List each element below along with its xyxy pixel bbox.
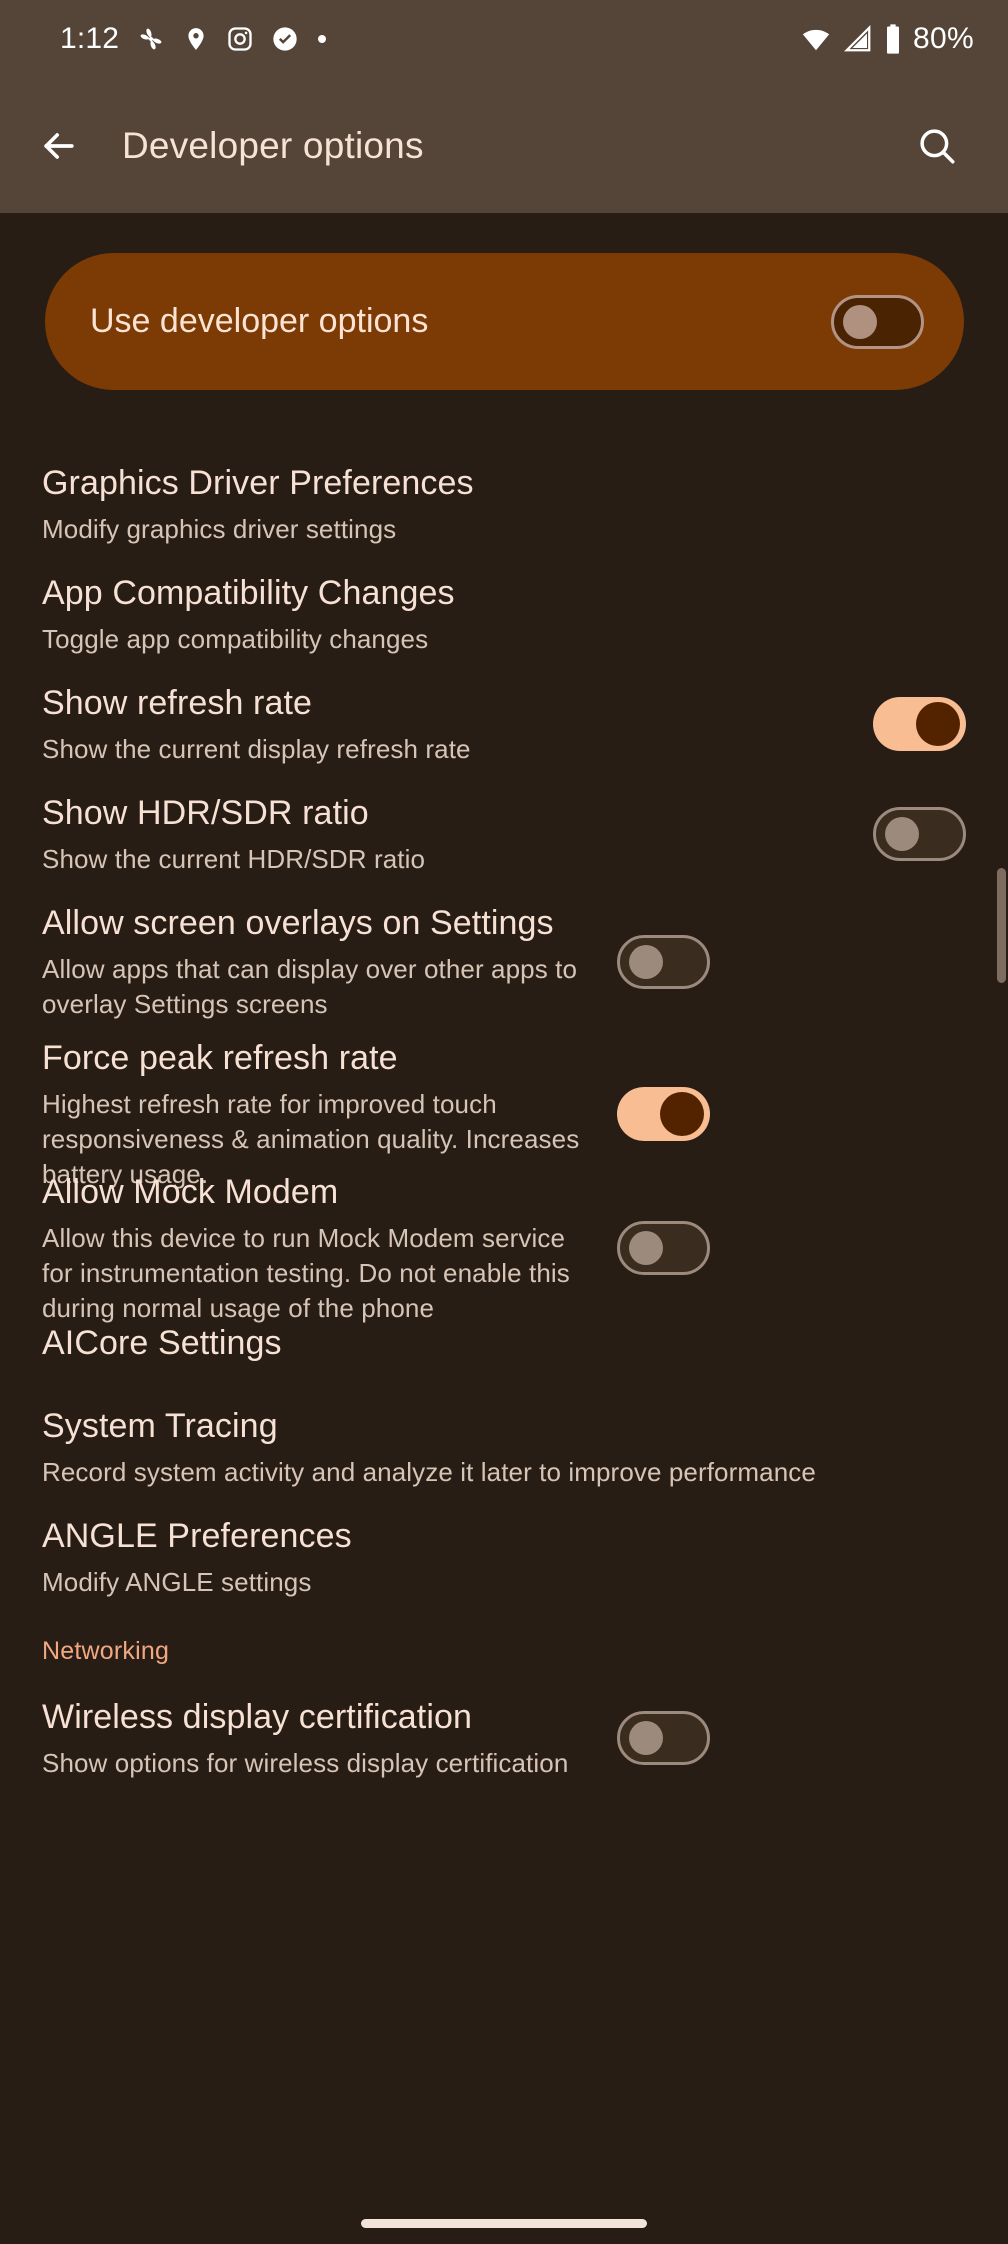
switch-thumb [885, 817, 919, 851]
switch-thumb [629, 944, 663, 979]
list-item[interactable]: App Compatibility Changes Toggle app com… [0, 571, 1008, 657]
wifi-icon [802, 29, 830, 51]
show-refresh-rate-switch[interactable] [873, 697, 966, 751]
list-item[interactable]: AICore Settings [0, 1321, 1008, 1365]
list-item-summary: Allow this device to run Mock Modem serv… [42, 1223, 570, 1323]
list-item[interactable]: System Tracing Record system activity an… [0, 1404, 1008, 1490]
list-item-title: ANGLE Preferences [42, 1517, 352, 1555]
status-bar-right: 80% [799, 22, 974, 56]
list-item-text: System Tracing Record system activity an… [42, 1404, 966, 1490]
list-item-summary: Show the current display refresh rate [42, 734, 471, 764]
switch-thumb [629, 1231, 663, 1265]
allow-screen-overlays-switch[interactable] [617, 934, 710, 989]
list-item-text: Wireless display certification Show opti… [42, 1695, 617, 1781]
navigation-home-pill[interactable] [361, 2219, 647, 2228]
list-item-title: App Compatibility Changes [42, 574, 455, 612]
app-bar: Developer options [0, 78, 1008, 213]
use-developer-options-switch[interactable] [831, 294, 924, 349]
list-item-title: Allow Mock Modem [42, 1173, 339, 1211]
list-item-title: Graphics Driver Preferences [42, 464, 474, 502]
list-item[interactable]: ANGLE Preferences Modify ANGLE settings [0, 1514, 1008, 1600]
list-item-text: Show refresh rate Show the current displ… [42, 681, 873, 767]
switch-thumb [843, 304, 877, 339]
list-item-title: Show HDR/SDR ratio [42, 794, 369, 832]
status-bar: 1:12 80% [0, 0, 1008, 78]
show-hdr-sdr-ratio-switch[interactable] [873, 807, 966, 861]
list-item[interactable]: Allow Mock Modem Allow this device to ru… [0, 1170, 1008, 1326]
list-item-title: Wireless display certification [42, 1698, 473, 1736]
search-button[interactable] [906, 115, 968, 177]
back-arrow-icon [44, 132, 74, 159]
switch-thumb [660, 1092, 704, 1136]
use-developer-options-card[interactable]: Use developer options [45, 253, 964, 390]
use-developer-options-label: Use developer options [90, 302, 429, 340]
search-icon [920, 128, 955, 163]
list-item-summary: Modify ANGLE settings [42, 1567, 312, 1597]
list-item-text: AICore Settings [42, 1321, 966, 1365]
pinwheel-icon [140, 28, 162, 50]
list-item-summary: Show options for wireless display certif… [42, 1748, 569, 1778]
list-item-summary: Modify graphics driver settings [42, 514, 397, 544]
list-item[interactable]: Allow screen overlays on Settings Allow … [0, 901, 1008, 1022]
list-item[interactable]: Show refresh rate Show the current displ… [0, 681, 1008, 767]
switch-thumb [916, 702, 960, 746]
list-item-text: App Compatibility Changes Toggle app com… [42, 571, 966, 657]
list-item-title: System Tracing [42, 1407, 278, 1445]
developer-options-screen: 1:12 80% Developer options Use developer… [0, 0, 1008, 2244]
wireless-display-certification-switch[interactable] [617, 1711, 710, 1765]
dot-icon [318, 35, 327, 43]
back-button[interactable] [28, 115, 90, 177]
battery-icon [887, 24, 900, 54]
list-item-title: Show refresh rate [42, 684, 313, 722]
list-item-text: ANGLE Preferences Modify ANGLE settings [42, 1514, 966, 1600]
list-item-summary: Record system activity and analyze it la… [42, 1457, 816, 1487]
list-item-text: Graphics Driver Preferences Modify graph… [42, 461, 966, 547]
status-bar-clock: 1:12 [60, 22, 120, 55]
instagram-icon [228, 27, 252, 51]
list-item-summary: Toggle app compatibility changes [42, 624, 429, 654]
switch-thumb [629, 1721, 663, 1755]
list-item-title: AICore Settings [42, 1324, 282, 1362]
list-item-title: Force peak refresh rate [42, 1039, 398, 1077]
check-circle-icon [273, 27, 297, 51]
cellular-signal-icon [844, 25, 871, 52]
battery-percentage: 80% [913, 22, 974, 55]
list-item-title: Allow screen overlays on Settings [42, 904, 554, 942]
list-item-text: Allow screen overlays on Settings Allow … [42, 901, 617, 1022]
list-item[interactable]: Force peak refresh rate Highest refresh … [0, 1036, 1008, 1192]
list-item-text: Allow Mock Modem Allow this device to ru… [42, 1170, 617, 1326]
list-item-text: Force peak refresh rate Highest refresh … [42, 1036, 617, 1192]
list-item-summary: Show the current HDR/SDR ratio [42, 844, 426, 874]
list-item-text: Show HDR/SDR ratio Show the current HDR/… [42, 791, 873, 877]
list-item[interactable]: Show HDR/SDR ratio Show the current HDR/… [0, 791, 1008, 877]
page-title: Developer options [122, 124, 424, 166]
force-peak-refresh-rate-switch[interactable] [617, 1087, 710, 1141]
status-bar-left: 1:12 [60, 22, 328, 56]
section-header-networking: Networking [42, 1637, 170, 1665]
location-pin-icon [188, 28, 204, 50]
list-item[interactable]: Wireless display certification Show opti… [0, 1695, 1008, 1781]
list-item[interactable]: Graphics Driver Preferences Modify graph… [0, 461, 1008, 547]
settings-list[interactable]: Use developer options Graphics Driver Pr… [0, 213, 1008, 2244]
list-item-summary: Allow apps that can display over other a… [42, 954, 578, 1019]
vertical-scrollbar[interactable] [997, 868, 1006, 983]
allow-mock-modem-switch[interactable] [617, 1221, 710, 1275]
